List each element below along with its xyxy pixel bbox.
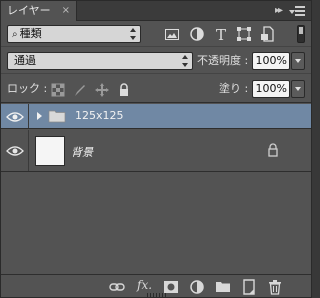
svg-text:T: T xyxy=(216,26,226,42)
adjustment-layer-icon[interactable] xyxy=(189,279,205,295)
divider xyxy=(28,104,29,128)
fill-dropdown-button[interactable] xyxy=(291,80,305,98)
filter-kind-value: 種類 xyxy=(19,27,42,40)
tab-layers[interactable]: レイヤー × xyxy=(1,1,77,21)
layer-name[interactable]: 125x125 xyxy=(75,109,124,122)
lock-all-icon[interactable] xyxy=(117,83,131,97)
opacity-input[interactable]: 100% xyxy=(252,52,290,70)
fill-label: 塗り : xyxy=(219,82,249,95)
tab-title: レイヤー xyxy=(7,4,51,17)
eye-icon[interactable] xyxy=(6,111,24,123)
new-group-icon[interactable] xyxy=(215,279,231,295)
resize-grip[interactable] xyxy=(147,293,167,297)
layers-panel: レイヤー × ▸▸ ⌕ 種類 T 通過 不透明度: 100% ロック: 塗り… xyxy=(0,0,312,298)
layer-row-group[interactable]: 125x125 xyxy=(1,104,311,129)
divider xyxy=(28,130,29,171)
layer-row-background[interactable]: 背景 xyxy=(1,130,311,172)
shape-filter-icon[interactable] xyxy=(236,26,252,42)
eye-icon[interactable] xyxy=(6,145,24,157)
folder-icon xyxy=(48,109,66,123)
expand-triangle-icon[interactable] xyxy=(37,112,42,120)
link-layers-icon[interactable] xyxy=(109,279,125,295)
image-filter-icon[interactable] xyxy=(164,26,180,42)
lock-label: ロック : xyxy=(7,82,48,95)
lock-icon xyxy=(267,143,279,157)
filter-toggle-switch[interactable] xyxy=(297,25,305,43)
close-icon[interactable]: × xyxy=(62,1,70,21)
layers-list: 125x125 背景 xyxy=(1,104,311,274)
fill-input[interactable]: 100% xyxy=(252,80,290,98)
filter-kind-select[interactable]: ⌕ 種類 xyxy=(7,25,141,43)
opacity-dropdown-button[interactable] xyxy=(291,52,305,70)
select-arrows-icon xyxy=(182,55,188,67)
lock-position-icon[interactable] xyxy=(95,83,109,97)
trash-icon[interactable] xyxy=(267,279,283,295)
blend-mode-value: 通過 xyxy=(14,54,36,67)
lock-image-pixels-icon[interactable] xyxy=(73,83,87,97)
lock-transparent-pixels-icon[interactable] xyxy=(51,83,65,97)
new-layer-icon[interactable] xyxy=(241,279,257,295)
layer-name[interactable]: 背景 xyxy=(71,144,93,160)
type-filter-icon[interactable]: T xyxy=(213,26,229,44)
opacity-label: 不透明度 : xyxy=(197,54,249,67)
blend-mode-select[interactable]: 通過 xyxy=(7,52,193,70)
panel-menu-icon[interactable] xyxy=(289,4,305,18)
filter-row: ⌕ 種類 T xyxy=(1,21,311,47)
select-arrows-icon xyxy=(130,28,136,40)
smart-object-filter-icon[interactable] xyxy=(260,26,276,42)
search-icon: ⌕ xyxy=(12,29,18,40)
blend-row: 通過 不透明度 : 100% xyxy=(1,48,311,74)
panel-titlebar: レイヤー × ▸▸ xyxy=(1,1,311,21)
collapse-icon[interactable]: ▸▸ xyxy=(275,1,283,21)
layer-thumbnail xyxy=(35,136,65,166)
adjustment-filter-icon[interactable] xyxy=(189,26,205,42)
fx-icon[interactable]: fx. xyxy=(137,278,152,292)
lock-row: ロック : 塗り : 100% xyxy=(1,75,311,103)
